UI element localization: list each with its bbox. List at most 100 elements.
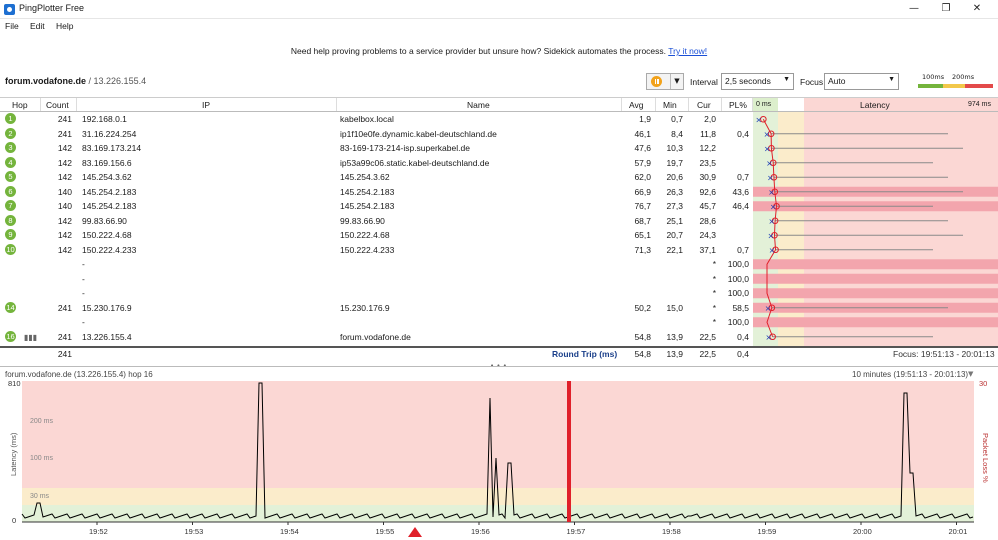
hop-badge: 9: [5, 229, 16, 240]
table-row[interactable]: 4 142 83.169.156.6 ip53a99c06.static.kabel-…: [0, 156, 752, 171]
y-label-200: 200 ms: [30, 418, 53, 425]
time-label: 19:53: [185, 527, 204, 536]
app-logo-icon: [4, 4, 15, 15]
cell-cur: 92,6: [699, 186, 716, 197]
menu-file[interactable]: File: [5, 21, 19, 31]
chevron-down-icon: ▼: [783, 76, 790, 83]
cell-cur: *: [712, 302, 716, 313]
table-row[interactable]: - * 100,0: [0, 272, 752, 287]
time-label: 19:52: [89, 527, 108, 536]
table-row[interactable]: 3 142 83.169.173.214 83-169-173-214-isp.sup…: [0, 141, 752, 156]
cell-cur: 24,3: [699, 230, 716, 240]
cell-pl: 43,6: [732, 186, 749, 197]
col-hop[interactable]: Hop: [12, 100, 28, 110]
cell-name: 15.230.176.9: [340, 302, 390, 313]
sidekick-banner: Need help proving problems to a service …: [0, 46, 998, 56]
table-row[interactable]: 16 ▮▮▮ 241 13.226.155.4 forum.vodafone.de 54,…: [0, 330, 752, 345]
cur-latency-marker: ×: [768, 188, 775, 197]
table-row[interactable]: - * 100,0: [0, 315, 752, 330]
col-count[interactable]: Count: [46, 100, 69, 110]
focus-label: Focus: [800, 77, 824, 87]
cell-cur: *: [712, 288, 716, 298]
time-label: 20:00: [853, 527, 872, 536]
focus-marker-line[interactable]: [567, 381, 571, 522]
y-label-30: 30 ms: [30, 493, 50, 500]
table-row[interactable]: 6 140 145.254.2.183 145.254.2.183 66,9 26,3 92…: [0, 185, 752, 200]
cell-name: ip53a99c06.static.kabel-deutschland.de: [340, 157, 490, 168]
cell-cur: 23,5: [699, 157, 716, 168]
table-row[interactable]: 10 142 150.222.4.233 150.222.4.233 71,3 22,1 3…: [0, 243, 752, 258]
cell-min: 22,1: [666, 244, 683, 255]
table-row[interactable]: 9 142 150.222.4.68 150.222.4.68 65,1 20,7 24,3: [0, 228, 752, 243]
cell-ip: 145.254.2.183: [82, 186, 137, 197]
pause-icon[interactable]: [651, 76, 662, 87]
cell-cur: 12,2: [699, 143, 716, 153]
target-ip: 13.226.155.4: [93, 76, 147, 86]
cell-name: 99.83.66.90: [340, 215, 385, 226]
cell-ip: 150.222.4.233: [82, 244, 137, 255]
table-row[interactable]: - * 100,0: [0, 286, 752, 301]
latency-panel: ××××××××××××: [753, 112, 998, 346]
cell-min: 20,6: [666, 172, 683, 182]
table-row[interactable]: 7 140 145.254.2.183 145.254.2.183 76,7 27,3 45…: [0, 199, 752, 214]
cell-avg: 66,9: [634, 186, 651, 197]
cell-pl: 100,0: [727, 288, 749, 298]
time-label: 19:55: [376, 527, 395, 536]
window-title: PingPlotter Free: [19, 3, 85, 13]
try-it-now-link[interactable]: Try it now!: [668, 46, 707, 56]
time-marker-icon[interactable]: [408, 527, 422, 537]
chevron-down-icon[interactable]: ▼: [670, 74, 683, 89]
cell-pl: 100,0: [727, 317, 749, 327]
cell-pl: 46,4: [732, 201, 749, 211]
col-cur[interactable]: Cur: [697, 100, 711, 110]
cur-latency-marker: ×: [769, 246, 776, 255]
cell-min: 10,3: [666, 143, 683, 153]
table-row[interactable]: 5 142 145.254.3.62 145.254.3.62 62,0 20,6 30,9…: [0, 170, 752, 185]
cell-min: 13,9: [666, 332, 683, 342]
table-row[interactable]: 2 241 31.16.224.254 ip1f10e0fe.dynamic.kabe…: [0, 127, 752, 142]
cell-avg: 47,6: [634, 143, 651, 153]
cell-cur: 30,9: [699, 172, 716, 182]
cell-ip: 13.226.155.4: [82, 332, 132, 342]
cell-count: 142: [57, 157, 72, 168]
y-label-100: 100 ms: [30, 455, 53, 462]
col-ip[interactable]: IP: [202, 100, 210, 110]
cell-name: forum.vodafone.de: [340, 332, 411, 342]
hop-badge: 16: [5, 331, 16, 342]
menu-edit[interactable]: Edit: [30, 21, 45, 31]
table-row[interactable]: 1 241 192.168.0.1 kabelbox.local 1,9 0,7 2,0: [0, 112, 752, 127]
cell-ip: 150.222.4.68: [82, 230, 132, 240]
restore-button[interactable]: ❐: [935, 1, 957, 17]
col-avg[interactable]: Avg: [629, 100, 644, 110]
cell-cur: 11,8: [700, 128, 716, 139]
cell-pl: 0,7: [737, 244, 749, 255]
col-min[interactable]: Min: [663, 100, 677, 110]
table-row[interactable]: 14 241 15.230.176.9 15.230.176.9 50,2 15,0 * 58…: [0, 301, 752, 316]
cell-pl: 100,0: [727, 259, 749, 269]
close-button[interactable]: ✕: [966, 1, 988, 17]
focus-select[interactable]: Auto ▼: [824, 73, 899, 90]
time-label: 20:01: [949, 527, 968, 536]
graph-bars-icon[interactable]: ▮▮▮: [24, 333, 37, 342]
minimize-button[interactable]: —: [903, 1, 925, 17]
table-row[interactable]: 8 142 99.83.66.90 99.83.66.90 68,7 25,1 28,6: [0, 214, 752, 229]
cell-ip: 83.169.156.6: [82, 157, 132, 168]
cur-latency-marker: ×: [765, 304, 772, 313]
interval-select[interactable]: 2,5 seconds ▼: [721, 73, 794, 90]
cell-min: 15,0: [666, 302, 683, 313]
menu-help[interactable]: Help: [56, 21, 73, 31]
table-row[interactable]: - * 100,0: [0, 257, 752, 272]
latency-min-label: 0 ms: [756, 101, 772, 108]
cell-cur: 2,0: [704, 114, 716, 124]
cell-ip: -: [82, 317, 85, 327]
cell-ip: 83.169.173.214: [82, 143, 142, 153]
cell-avg: 71,3: [634, 244, 651, 255]
packet-loss-bar: [753, 259, 998, 270]
latency-time-graph[interactable]: 810 200 ms 100 ms 30 ms 0 Latency (ms) P…: [0, 378, 998, 540]
col-pl[interactable]: PL%: [729, 100, 747, 110]
col-name[interactable]: Name: [467, 100, 490, 110]
cell-name: 150.222.4.68: [340, 230, 390, 240]
chevron-down-icon[interactable]: ▼: [968, 370, 973, 378]
cell-min: 8,4: [671, 128, 683, 139]
cell-name: 145.254.2.183: [340, 201, 395, 211]
